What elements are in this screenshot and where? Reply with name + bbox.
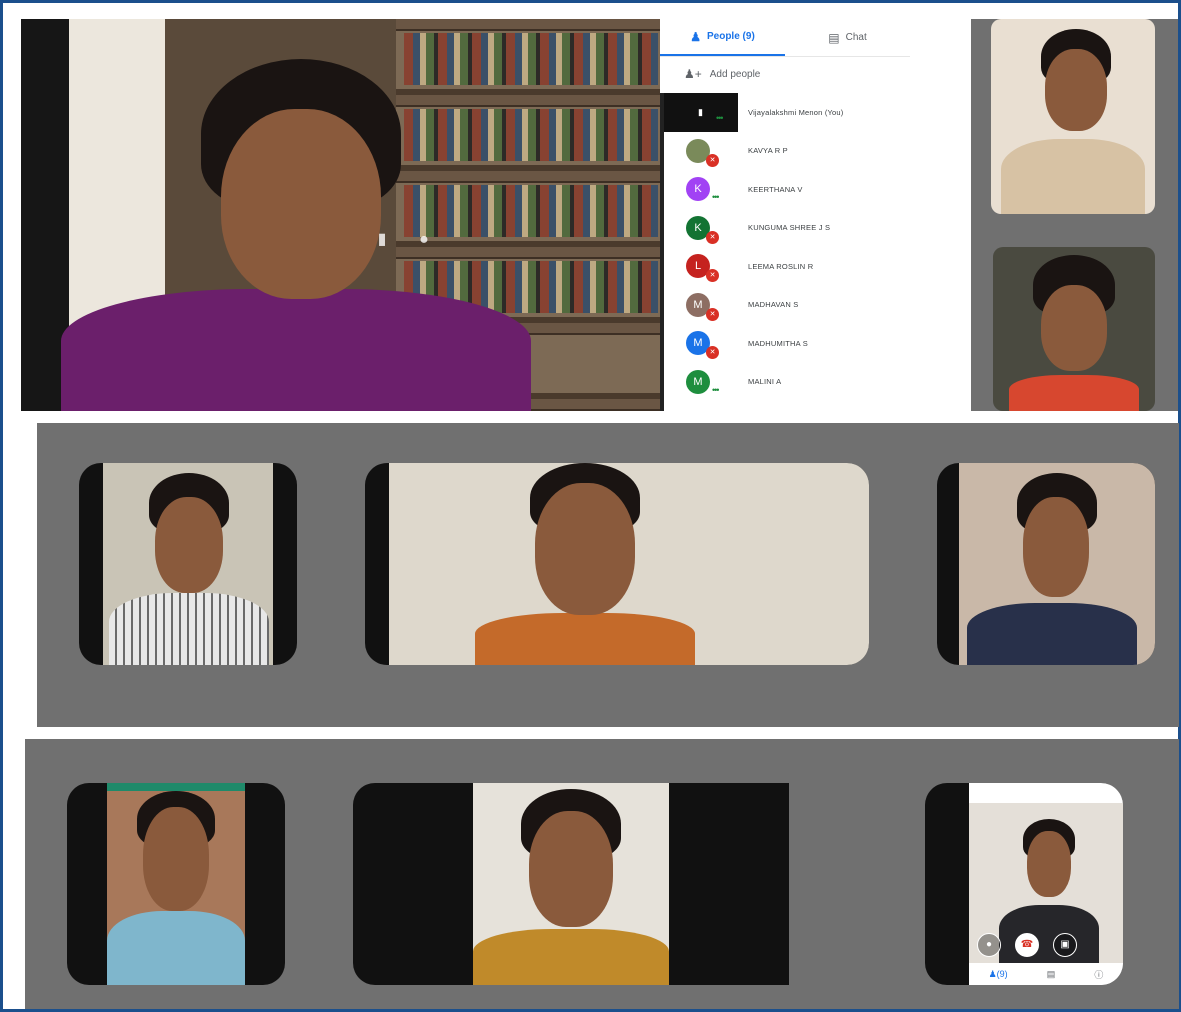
participant-name: KEERTHANA V bbox=[748, 184, 803, 194]
people-icon: ♟ bbox=[690, 29, 701, 44]
microphone-icon[interactable]: ● bbox=[977, 933, 1001, 957]
participant-name: MADHAVAN S bbox=[748, 300, 799, 310]
panel-tabs: ♟ People (9) ▤ Chat bbox=[660, 19, 910, 57]
speaking-dots-icon: ••• bbox=[712, 384, 720, 395]
teacher-figure bbox=[61, 49, 531, 411]
participant-video-tile[interactable] bbox=[67, 783, 285, 985]
participant-name: KAVYA R P bbox=[748, 146, 788, 156]
mic-off-icon: ✕ bbox=[706, 346, 719, 359]
pin-icon[interactable]: ▮ bbox=[371, 229, 393, 251]
phone-nav-people[interactable]: ♟(9) bbox=[989, 969, 1008, 980]
tab-people[interactable]: ♟ People (9) bbox=[660, 19, 785, 56]
middle-video-row bbox=[37, 423, 1179, 727]
participant-video-tile[interactable] bbox=[993, 247, 1155, 411]
speaking-dots-icon: ••• bbox=[712, 192, 720, 202]
participant-name: LEEMA ROSLIN R bbox=[748, 261, 814, 271]
tab-people-label: People (9) bbox=[706, 31, 755, 42]
mic-off-icon: ✕ bbox=[706, 230, 719, 244]
phone-video-tile[interactable]: ● ☎ ▣ ♟(9) ▤ ⓘ bbox=[925, 783, 1123, 985]
participant-row[interactable]: M ✕ MADHUMITHA S bbox=[660, 324, 910, 363]
main-video-tile[interactable]: ▮ ● bbox=[21, 19, 666, 411]
phone-call-controls: ● ☎ ▣ bbox=[977, 933, 1077, 957]
participant-row[interactable]: K ✕ KUNGUMA SHREE J S bbox=[660, 209, 910, 248]
participant-row[interactable]: K ••• KEERTHANA V bbox=[660, 170, 910, 209]
end-call-icon[interactable]: ☎ bbox=[1015, 933, 1039, 957]
tab-chat-label: Chat bbox=[845, 32, 867, 43]
phone-bottom-nav: ♟(9) ▤ ⓘ bbox=[969, 963, 1123, 985]
participant-row[interactable]: ✕ KAVYA R P bbox=[660, 132, 910, 171]
participant-video-tile[interactable] bbox=[365, 463, 869, 665]
add-people-button[interactable]: ♟+ Add people bbox=[660, 57, 910, 91]
mic-off-icon: ✕ bbox=[706, 153, 719, 167]
participant-row[interactable]: M ••• MALINI A bbox=[660, 363, 910, 402]
participant-name: MALINI A bbox=[748, 377, 782, 387]
info-icon[interactable]: ⓘ bbox=[1094, 968, 1103, 981]
people-panel: ♟ People (9) ▤ Chat ♟+ Add people ▮ ••• … bbox=[660, 19, 910, 411]
participant-name: KUNGUMA SHREE J S bbox=[748, 223, 831, 233]
participant-row-self[interactable]: ▮ ••• Vijayalakshmi Menon (You) bbox=[660, 93, 910, 132]
bottom-video-row: ● ☎ ▣ ♟(9) ▤ ⓘ bbox=[25, 739, 1179, 1009]
participant-row[interactable]: M ✕ MADHAVAN S bbox=[660, 286, 910, 325]
participant-video-tile[interactable] bbox=[937, 463, 1155, 665]
chat-icon[interactable]: ▤ bbox=[1047, 969, 1056, 980]
camera-icon[interactable]: ▣ bbox=[1053, 933, 1077, 957]
panel-divider bbox=[660, 93, 664, 411]
right-video-column bbox=[971, 19, 1178, 411]
avatar: K bbox=[686, 177, 710, 202]
tab-chat[interactable]: ▤ Chat bbox=[785, 19, 910, 56]
participant-video-tile[interactable] bbox=[353, 783, 789, 985]
video-overlay-controls: ▮ ● bbox=[371, 229, 435, 251]
speaking-dots-icon: ••• bbox=[716, 113, 724, 123]
participant-name: Vijayalakshmi Menon (You) bbox=[748, 107, 844, 117]
participant-row[interactable]: L ✕ LEEMA ROSLIN R bbox=[660, 247, 910, 286]
add-person-icon: ♟+ bbox=[684, 67, 702, 81]
participant-video-tile[interactable] bbox=[991, 19, 1155, 214]
participant-list: ▮ ••• Vijayalakshmi Menon (You) ✕ KAVYA … bbox=[660, 93, 910, 401]
chat-icon: ▤ bbox=[828, 30, 840, 45]
avatar: M bbox=[686, 369, 710, 394]
phone-nav-people-label: (9) bbox=[996, 968, 1008, 979]
add-people-label: Add people bbox=[709, 68, 761, 80]
participant-video-tile[interactable] bbox=[79, 463, 297, 665]
pin-icon: ▮ bbox=[698, 106, 703, 117]
mic-off-icon: ✕ bbox=[706, 269, 719, 282]
phone-status-bar bbox=[969, 783, 1123, 797]
microphone-icon[interactable]: ● bbox=[413, 229, 435, 251]
mic-off-icon: ✕ bbox=[706, 307, 719, 321]
screenshot-frame: ▮ ● ♟ People (9) ▤ Chat ♟+ Add people ▮ … bbox=[0, 0, 1181, 1012]
participant-name: MADHUMITHA S bbox=[748, 338, 808, 348]
